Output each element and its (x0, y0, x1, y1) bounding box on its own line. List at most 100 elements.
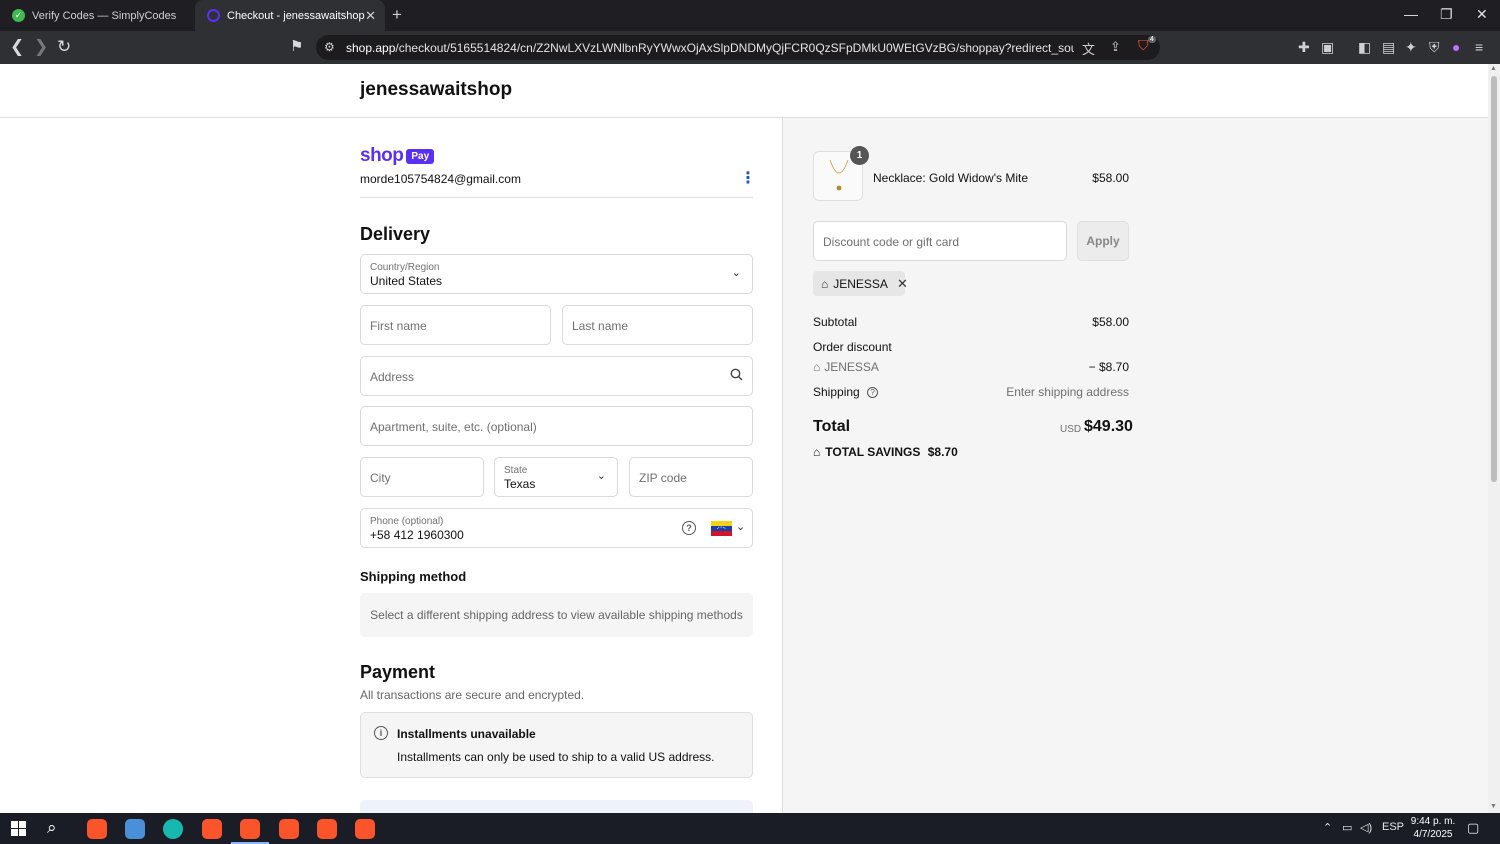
payment-subtitle: All transactions are secure and encrypte… (360, 688, 585, 702)
quantity-badge: 1 (850, 146, 869, 165)
phone-label: Phone (optional) (370, 516, 444, 527)
shipping-method-message: Select a different shipping address to v… (370, 608, 743, 622)
installments-notice: i Installments unavailable Installments … (360, 712, 753, 778)
forward-arrow-icon[interactable]: ❯ (34, 37, 48, 57)
brave-taskbar-icon[interactable] (279, 819, 299, 839)
tag-icon: ⌂ (813, 360, 821, 374)
shop-pay-logo-pay: Pay (406, 148, 435, 164)
back-arrow-icon[interactable]: ❮ (10, 37, 24, 57)
shop-pay-logo-shop: shop (360, 145, 404, 166)
savings-label: TOTAL SAVINGS (825, 445, 921, 459)
address-field[interactable]: Address (360, 356, 753, 396)
venezuela-flag-icon[interactable] (711, 521, 732, 536)
apply-button[interactable]: Apply (1077, 221, 1129, 261)
app-taskbar-icon[interactable] (125, 819, 145, 839)
discount-code-row: ⌂ JENESSA − $8.70 (813, 360, 1129, 374)
new-tab-icon[interactable]: + (392, 5, 402, 25)
site-info-icon[interactable]: ⚙ (324, 40, 335, 54)
tag-icon: ⌂ (821, 276, 829, 291)
sidebar-icon[interactable]: ◧ (1358, 39, 1371, 56)
bookmark-icon[interactable]: ⚑ (290, 37, 303, 55)
payment-title: Payment (360, 662, 436, 682)
divider (360, 197, 753, 198)
restore-icon[interactable]: ❐ (1440, 6, 1453, 23)
chevron-up-icon[interactable]: ⌃ (1323, 821, 1332, 834)
scroll-down-icon[interactable]: ▼ (1490, 803, 1497, 810)
leo-ai-icon[interactable]: ✦ (1405, 39, 1417, 56)
close-tab-icon[interactable]: ✕ (365, 8, 376, 24)
profile-icon[interactable]: ● (1452, 39, 1460, 55)
state-value: Texas (504, 477, 536, 491)
help-icon[interactable]: ? (682, 521, 696, 535)
checkout-page: jenessawaitshop shop Pay morde105754824@… (0, 64, 1488, 813)
close-window-icon[interactable]: ✕ (1476, 6, 1488, 23)
order-discount-row: Order discount (813, 340, 1129, 354)
scroll-up-icon[interactable]: ▲ (1490, 65, 1497, 72)
reload-icon[interactable]: ↻ (57, 37, 71, 57)
city-field[interactable]: City (360, 457, 484, 497)
wallet-icon[interactable]: ▤ (1382, 39, 1395, 56)
installments-title: Installments unavailable (397, 727, 536, 741)
share-icon[interactable]: ⇪ (1110, 39, 1121, 55)
media-icon[interactable]: ▣ (1321, 39, 1334, 56)
last-name-placeholder: Last name (572, 319, 629, 333)
network-icon[interactable]: ▭ (1342, 821, 1352, 834)
shop-name[interactable]: jenessawaitshop (360, 79, 512, 101)
state-select[interactable]: State Texas ⌄ (494, 457, 618, 497)
extensions-icon[interactable]: ✚ (1298, 39, 1310, 56)
language-indicator[interactable]: ESP (1382, 821, 1404, 833)
search-icon[interactable]: ⌕ (47, 818, 57, 838)
savings-value: $8.70 (927, 445, 958, 459)
country-select[interactable]: Country/Region United States ⌄ (360, 254, 753, 294)
order-discount-label: Order discount (813, 340, 892, 354)
windows-start-icon[interactable] (11, 821, 26, 841)
total-savings: ⌂ TOTAL SAVINGS $8.70 (813, 445, 958, 459)
help-icon[interactable]: ? (867, 387, 879, 398)
applied-code: JENESSA (833, 276, 888, 291)
applied-discount-chip: ⌂ JENESSA ✕ (813, 271, 908, 296)
discount-placeholder: Discount code or gift card (823, 235, 960, 249)
browser-toolbar: ❮ ❯ ↻ ⚑ ⚙ shop.app/checkout/5165514824/c… (0, 31, 1500, 64)
translate-icon[interactable]: 文 (1082, 39, 1095, 58)
brave-taskbar-icon[interactable] (231, 819, 269, 844)
city-placeholder: City (370, 471, 391, 485)
shop-header: jenessawaitshop (0, 64, 1488, 118)
apartment-placeholder: Apartment, suite, etc. (optional) (370, 420, 537, 434)
zip-field[interactable]: ZIP code (629, 457, 753, 497)
notifications-icon[interactable]: ▢ (1467, 820, 1479, 836)
brave-shield-icon[interactable]: ⛉ (1138, 37, 1149, 54)
apartment-field[interactable]: Apartment, suite, etc. (optional) (360, 406, 753, 446)
more-options-icon[interactable]: ⋮ (740, 168, 756, 188)
chevron-down-icon: ⌄ (736, 521, 746, 533)
phone-field[interactable]: Phone (optional) +58 412 1960300 ? ⌄ (360, 508, 753, 548)
app-taskbar-icon[interactable] (163, 819, 183, 839)
menu-icon[interactable]: ≡ (1475, 39, 1483, 55)
url-host: shop.app (346, 41, 396, 55)
volume-icon[interactable]: ◁) (1360, 821, 1372, 834)
simplycodes-favicon-icon: ✓ (12, 9, 25, 22)
discount-code-input[interactable]: Discount code or gift card (813, 221, 1067, 261)
first-name-field[interactable]: First name (360, 305, 551, 345)
address-bar[interactable]: ⚙ shop.app/checkout/5165514824/cn/Z2NwLX… (316, 35, 1160, 60)
chevron-down-icon: ⌄ (731, 267, 741, 279)
shipping-method-notice: Select a different shipping address to v… (360, 593, 753, 637)
vpn-icon[interactable]: ⛨ (1429, 39, 1440, 56)
brave-taskbar-icon[interactable] (202, 819, 222, 839)
product-price: $58.00 (1092, 171, 1129, 185)
minimize-icon[interactable]: — (1404, 6, 1418, 22)
tab-checkout[interactable]: Checkout - jenessawaitshop ✕ (195, 0, 385, 31)
shipping-value: Enter shipping address (1006, 385, 1129, 399)
phone-value: +58 412 1960300 (370, 528, 464, 542)
country-label: Country/Region (370, 262, 440, 273)
tab-verify-codes[interactable]: ✓ Verify Codes — SimplyCodes (0, 0, 195, 31)
page-scrollbar[interactable]: ▲ ▼ (1488, 64, 1500, 813)
payment-option-strip[interactable] (360, 800, 753, 813)
brave-taskbar-icon[interactable] (355, 819, 375, 839)
remove-discount-icon[interactable]: ✕ (897, 276, 908, 292)
url-text: shop.app/checkout/5165514824/cn/Z2NwLXVz… (346, 41, 1074, 55)
brave-taskbar-icon[interactable] (317, 819, 337, 839)
scroll-thumb[interactable] (1491, 76, 1497, 482)
clock[interactable]: 9:44 p. m. 4/7/2025 (1405, 815, 1461, 841)
brave-taskbar-icon[interactable] (87, 819, 107, 839)
last-name-field[interactable]: Last name (562, 305, 753, 345)
